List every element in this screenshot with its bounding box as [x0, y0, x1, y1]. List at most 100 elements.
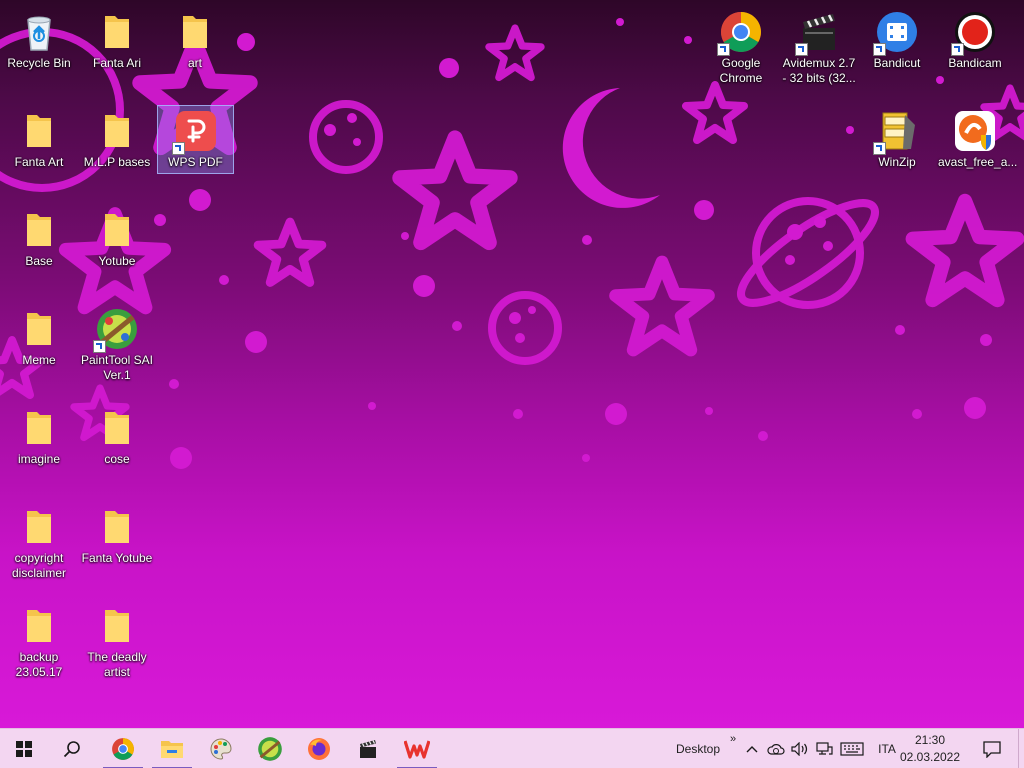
desktop-icon-avast-free[interactable]: avast_free_a... — [936, 103, 1018, 185]
folder-icon — [95, 10, 139, 54]
taskbar-paint[interactable] — [197, 729, 245, 768]
taskbar-avidemux[interactable] — [344, 729, 392, 768]
desktop-icon-recycle-bin[interactable]: Recycle Bin — [0, 4, 78, 86]
desktop-icon-art[interactable]: art — [156, 4, 234, 86]
search-icon — [63, 741, 80, 758]
folder-icon — [95, 604, 139, 648]
folder-icon — [17, 208, 61, 252]
firefox-icon — [308, 738, 330, 760]
desktop-icon-label: Base — [25, 254, 53, 268]
painttool-sai-icon — [258, 737, 282, 761]
avidemux-clapperboard-icon — [360, 740, 376, 758]
desktop-icon-imagine[interactable]: imagine — [0, 400, 78, 482]
desktop-icon-label: Recycle Bin — [7, 56, 71, 70]
wps-office-icon — [404, 740, 430, 759]
desktop-icon-label: avast_free_a... — [938, 155, 1018, 169]
shortcut-arrow-icon — [93, 340, 106, 353]
painttool-sai-icon — [93, 307, 139, 353]
folder-icon — [173, 10, 217, 54]
desktop-icon-label: PaintTool SAI Ver.1 — [80, 353, 154, 382]
clock-time: 21:30 — [914, 733, 946, 747]
clock-date: 02.03.2022 — [899, 750, 961, 764]
onedrive-tray[interactable] — [765, 729, 787, 768]
language-label: ITA — [878, 742, 896, 756]
volume-tray[interactable] — [789, 729, 811, 768]
desktop-icon-cose[interactable]: cose — [78, 400, 156, 482]
desktop-icon-label: Bandicut — [873, 56, 921, 70]
desktop-icon-yotube[interactable]: Yotube — [78, 202, 156, 284]
desktop-icon-label: Yotube — [98, 254, 136, 268]
desktop-toolbar[interactable]: Desktop — [668, 729, 728, 768]
start-button[interactable] — [0, 729, 48, 768]
taskbar-painttool-sai[interactable] — [246, 729, 294, 768]
desktop-icon-label: art — [187, 56, 202, 70]
desktop-icon-label: Fanta Yotube — [81, 551, 153, 565]
desktop-icon-bandicam[interactable]: Bandicam — [936, 4, 1014, 86]
desktop-icon-label: imagine — [17, 452, 61, 466]
desktop-icon-fanta-ari[interactable]: Fanta Ari — [78, 4, 156, 86]
desktop-icon-wps-pdf[interactable]: WPS PDF — [157, 105, 234, 174]
shortcut-arrow-icon — [873, 43, 886, 56]
show-hidden-icons-button[interactable] — [742, 729, 762, 768]
desktop-icon-bandicut[interactable]: Bandicut — [858, 4, 936, 86]
folder-icon — [17, 406, 61, 450]
folder-icon — [95, 109, 139, 153]
double-chevron-icon: » — [729, 733, 737, 745]
shortcut-arrow-icon — [951, 43, 964, 56]
desktop-icon-fanta-yotube[interactable]: Fanta Yotube — [78, 499, 156, 581]
folder-icon — [95, 208, 139, 252]
notification-speech-bubble-icon — [983, 741, 1001, 758]
desktop[interactable]: Recycle Bin Fanta Ari art Fanta Art M.L.… — [0, 0, 1024, 728]
folder-icon — [17, 109, 61, 153]
desktop-icon-label: Google Chrome — [719, 56, 763, 85]
desktop-icon-fanta-art[interactable]: Fanta Art — [0, 103, 78, 185]
desktop-icon-the-deadly-artist[interactable]: The deadly artist — [78, 598, 156, 680]
file-explorer-icon — [161, 741, 183, 758]
desktop-icon-copyright-disclaimer[interactable]: copyright disclaimer — [0, 499, 78, 581]
action-center-button[interactable] — [978, 729, 1006, 768]
taskbar: Desktop » ITA 21:30 02.03.2022 — [0, 728, 1024, 768]
windows-start-icon — [16, 741, 32, 757]
bandicam-record-icon — [951, 10, 997, 56]
chrome-icon — [112, 738, 134, 760]
shortcut-arrow-icon — [873, 142, 886, 155]
desktop-icon-backup[interactable]: backup 23.05.17 — [0, 598, 78, 680]
desktop-icon-label: WPS PDF — [168, 155, 223, 169]
show-desktop-button[interactable] — [1018, 729, 1024, 768]
desktop-toolbar-label: Desktop — [675, 742, 721, 756]
taskbar-firefox[interactable] — [295, 729, 343, 768]
network-tray[interactable] — [813, 729, 837, 768]
desktop-icon-label: WinZip — [878, 155, 916, 169]
taskbar-chrome[interactable] — [99, 729, 147, 768]
desktop-icon-painttool-sai[interactable]: PaintTool SAI Ver.1 — [78, 301, 156, 383]
keyboard-icon — [840, 742, 864, 756]
taskbar-wps-office[interactable] — [393, 729, 441, 768]
winzip-icon — [873, 109, 919, 155]
desktop-icon-avidemux[interactable]: Avidemux 2.7 - 32 bits (32... — [780, 4, 858, 86]
desktop-icon-label: Avidemux 2.7 - 32 bits (32... — [782, 56, 856, 85]
search-button[interactable] — [48, 729, 96, 768]
taskbar-clock[interactable]: 21:30 02.03.2022 — [898, 732, 962, 766]
desktop-icon-mlp-bases[interactable]: M.L.P bases — [78, 103, 156, 185]
chevron-up-icon — [746, 746, 758, 753]
taskbar-file-explorer[interactable] — [148, 729, 196, 768]
onedrive-cloud-sync-icon — [767, 744, 785, 755]
wps-pdf-icon — [171, 109, 218, 155]
toolbar-overflow-chevron[interactable]: » — [726, 719, 740, 759]
desktop-icon-google-chrome[interactable]: Google Chrome — [702, 4, 780, 86]
desktop-icon-label: Fanta Art — [14, 155, 64, 169]
desktop-icon-meme[interactable]: Meme — [0, 301, 78, 383]
desktop-icon-base[interactable]: Base — [0, 202, 78, 284]
desktop-icon-label: M.L.P bases — [83, 155, 151, 169]
desktop-icon-label: Bandicam — [948, 56, 1002, 70]
palette-icon — [210, 738, 232, 760]
folder-icon — [95, 406, 139, 450]
desktop-icon-label: backup 23.05.17 — [15, 650, 63, 679]
desktop-icon-label: copyright disclaimer — [11, 551, 66, 580]
folder-icon — [17, 505, 61, 549]
touch-keyboard-button[interactable] — [838, 729, 866, 768]
desktop-icon-winzip[interactable]: WinZip — [858, 103, 936, 185]
folder-icon — [17, 307, 61, 351]
desktop-icon-label: The deadly artist — [87, 650, 147, 679]
recycle-bin-icon — [17, 10, 61, 54]
